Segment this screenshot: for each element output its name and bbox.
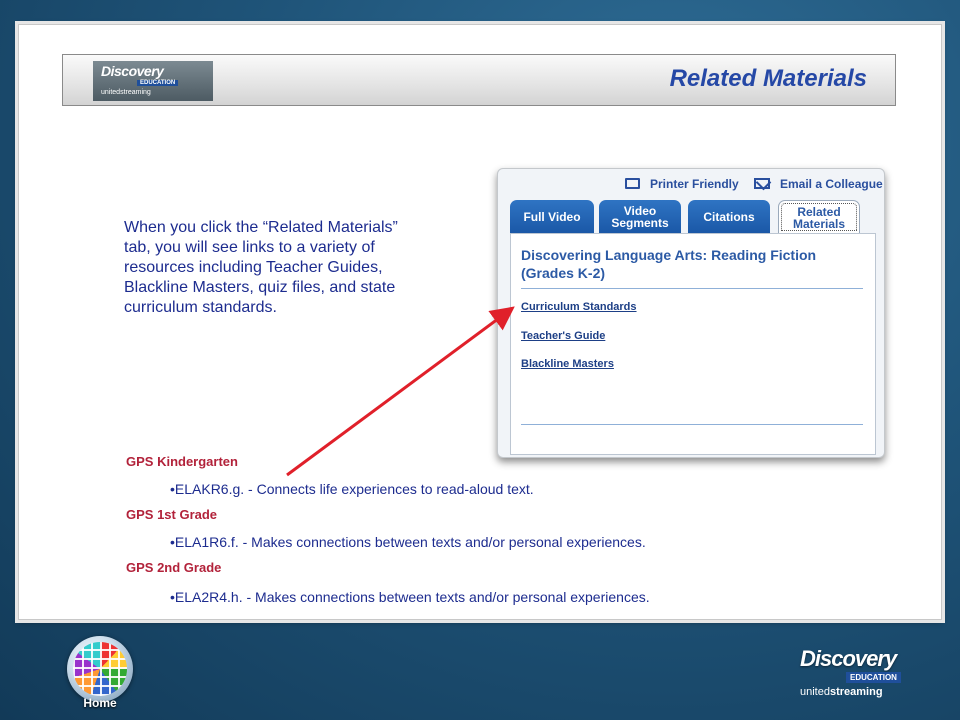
tab-content-panel: Discovering Language Arts: Reading Ficti… <box>510 233 876 455</box>
home-label[interactable]: Home <box>67 696 133 710</box>
discovery-logo: Discovery EDUCATION unitedstreaming <box>93 61 213 101</box>
gps-kindergarten-item: •ELAKR6.g. - Connects life experiences t… <box>170 481 534 497</box>
brand-sub: unitedstreaming <box>800 686 883 698</box>
gps-1st-grade-item: •ELA1R6.f. - Makes connections between t… <box>170 534 646 550</box>
gps-2nd-grade-item: •ELA2R4.h. - Makes connections between t… <box>170 589 650 605</box>
brand-word: Discovery <box>800 646 897 671</box>
gps-kindergarten-heading: GPS Kindergarten <box>126 454 238 469</box>
logo-edu: EDUCATION <box>137 80 179 86</box>
envelope-icon[interactable] <box>754 178 770 189</box>
tab-full-video[interactable]: Full Video <box>510 200 594 234</box>
gps-1st-grade-heading: GPS 1st Grade <box>126 507 218 522</box>
curriculum-standards-link[interactable]: Curriculum Standards <box>521 301 637 313</box>
gps-2nd-grade-heading: GPS 2nd Grade <box>126 560 222 575</box>
tab-citations[interactable]: Citations <box>688 200 770 234</box>
logo-word: Discovery <box>101 63 164 79</box>
printer-friendly-link[interactable]: Printer Friendly <box>650 177 739 191</box>
header-banner: Discovery EDUCATION unitedstreaming Rela… <box>62 54 896 106</box>
teachers-guide-link[interactable]: Teacher's Guide <box>521 330 605 342</box>
home-button[interactable] <box>67 636 133 702</box>
brand-sub-streaming: streaming <box>829 686 883 698</box>
blackline-masters-link[interactable]: Blackline Masters <box>521 358 614 370</box>
email-colleague-link[interactable]: Email a Colleague <box>780 177 883 191</box>
globe-icon <box>73 642 127 696</box>
tab-video-segments[interactable]: Video Segments <box>599 200 681 234</box>
divider <box>521 288 863 289</box>
utility-bar: Printer Friendly Email a Colleague <box>498 177 884 193</box>
tab-related-materials[interactable]: Related Materials <box>778 200 860 234</box>
divider <box>521 424 863 425</box>
logo-sub: unitedstreaming <box>101 89 151 96</box>
video-title: Discovering Language Arts: Reading Ficti… <box>521 247 817 281</box>
embedded-screenshot: Printer Friendly Email a Colleague Full … <box>497 168 885 458</box>
brand-edu: EDUCATION <box>846 672 901 683</box>
brand-sub-united: united <box>800 686 830 698</box>
description-text: When you click the “Related Materials” t… <box>124 219 398 316</box>
footer-brand-logo: Discovery EDUCATION unitedstreaming <box>800 646 910 704</box>
page-title: Related Materials <box>669 65 867 92</box>
printer-icon[interactable] <box>625 178 640 189</box>
